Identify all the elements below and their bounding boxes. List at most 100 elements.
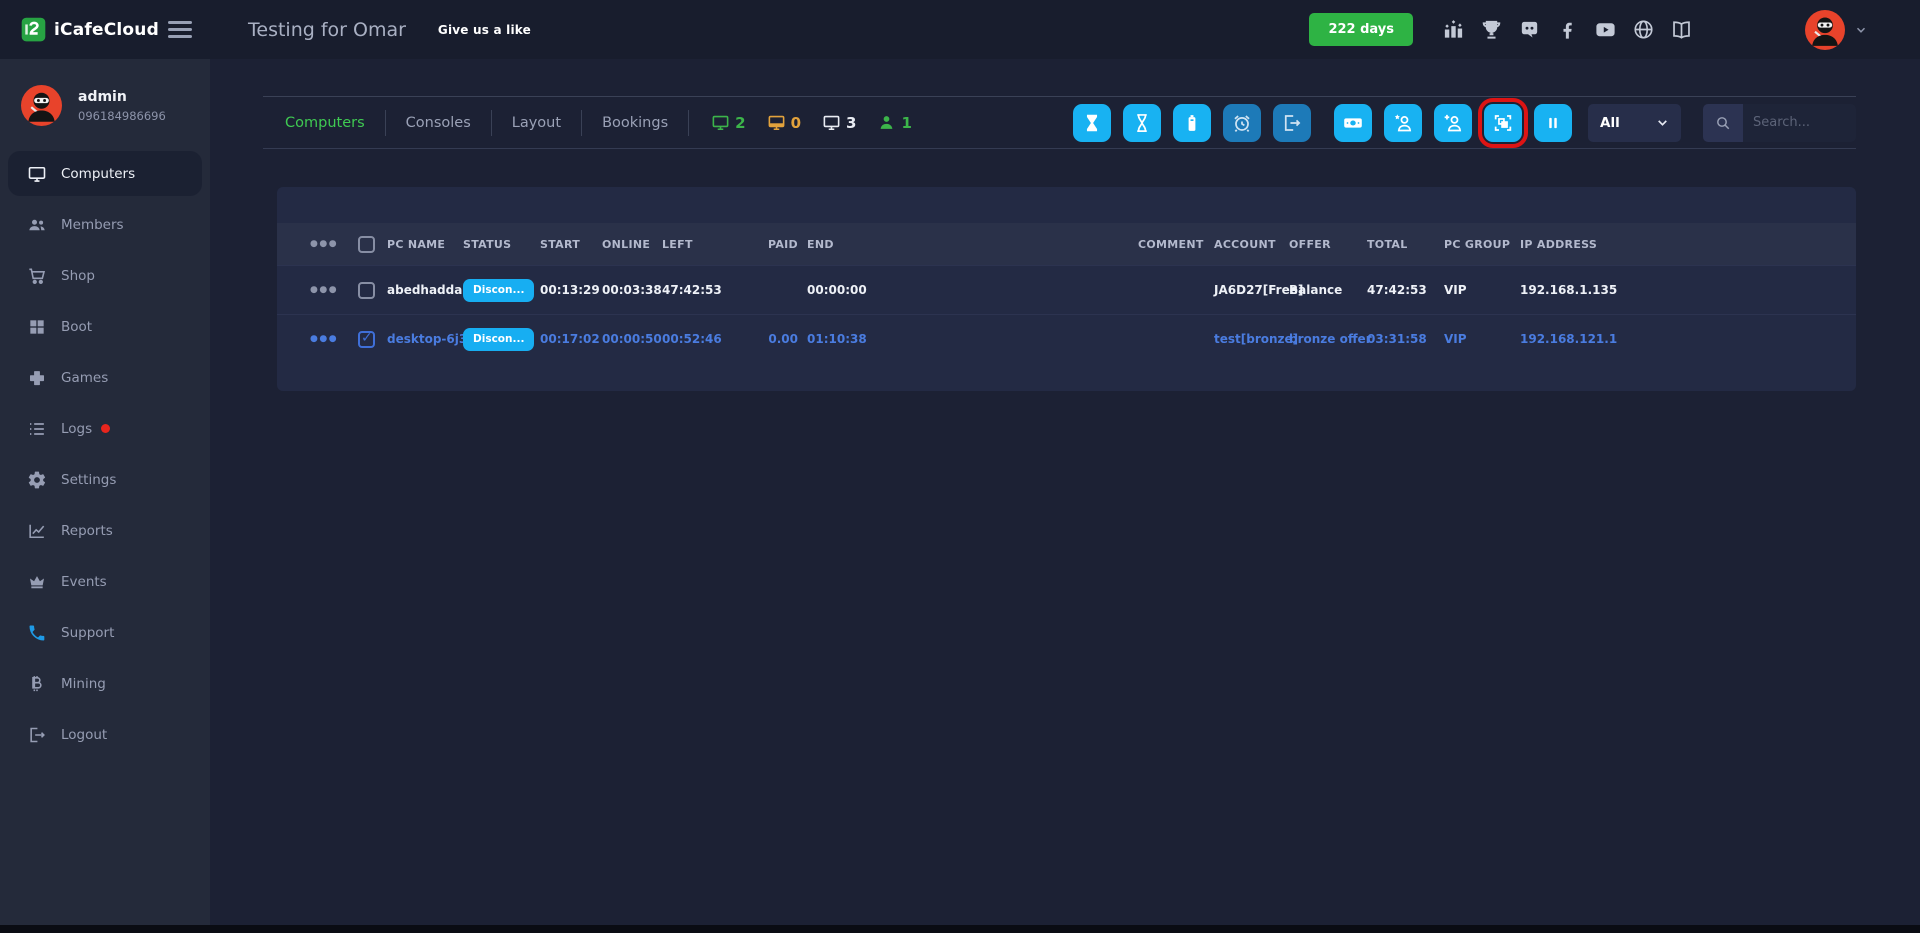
sidebar-item-label: Boot	[61, 319, 92, 335]
row-menu-icon[interactable]: ●●●	[310, 334, 358, 344]
cell-account: test[bronze]	[1214, 332, 1289, 346]
trophy-icon[interactable]	[1480, 18, 1503, 41]
cell-online: 00:00:50	[602, 332, 662, 346]
status-badge[interactable]: Discon...	[463, 279, 534, 302]
table-header: ●●● PC NAME STATUS START ONLINE LEFT PAI…	[277, 223, 1856, 265]
cell-ip-address: 192.168.121.1	[1520, 332, 1856, 346]
tab-layout[interactable]: Layout	[492, 115, 581, 131]
sidebar-item-mining[interactable]: Mining	[0, 658, 210, 709]
computers-table-card: ●●● PC NAME STATUS START ONLINE LEFT PAI…	[277, 187, 1856, 391]
search-icon[interactable]	[1703, 104, 1743, 142]
session-actions	[1073, 104, 1311, 142]
cell-ip-address: 192.168.1.135	[1520, 283, 1856, 297]
counter-computers-on[interactable]: 2	[711, 113, 745, 132]
select-all-checkbox[interactable]	[358, 236, 375, 253]
sidebar-item-games[interactable]: Games	[0, 352, 210, 403]
menu-toggle-icon[interactable]	[168, 17, 192, 43]
sidebar-item-logs[interactable]: Logs	[0, 403, 210, 454]
payment-button[interactable]	[1334, 104, 1372, 142]
sidebar-item-support[interactable]: Support	[0, 607, 210, 658]
column-header-total[interactable]: TOTAL	[1367, 238, 1444, 251]
discord-icon[interactable]	[1518, 18, 1541, 41]
column-header-comment[interactable]: COMMENT	[1138, 238, 1214, 251]
cell-pc-name[interactable]: abedhaddara	[387, 283, 463, 297]
sidebar-item-settings[interactable]: Settings	[0, 454, 210, 505]
sidebar-item-label: Settings	[61, 472, 116, 488]
cell-pc-group: VIP	[1444, 283, 1520, 297]
facebook-icon[interactable]	[1556, 18, 1579, 41]
documentation-icon[interactable]	[1670, 18, 1693, 41]
pause-button[interactable]	[1534, 104, 1572, 142]
sidebar-user-block[interactable]: admin 096184986696	[0, 59, 210, 126]
status-counters: 2 0 3 1	[711, 113, 912, 132]
column-header-left[interactable]: LEFT	[662, 238, 762, 251]
start-open-session-button[interactable]	[1123, 104, 1161, 142]
counter-computers-off[interactable]: 3	[822, 113, 856, 132]
screen-watch-button[interactable]	[1484, 104, 1522, 142]
topbar-icon-row	[1442, 18, 1693, 41]
start-timed-session-button[interactable]	[1073, 104, 1111, 142]
end-session-button[interactable]	[1273, 104, 1311, 142]
column-header-paid[interactable]: PAID	[762, 238, 798, 251]
pause-icon	[1542, 112, 1564, 134]
row-menu-icon: ●●●	[310, 239, 358, 249]
alarm-clock-icon	[1231, 112, 1253, 134]
column-header-account[interactable]: ACCOUNT	[1214, 238, 1289, 251]
youtube-icon[interactable]	[1594, 18, 1617, 41]
counter-computers-booked[interactable]: 0	[767, 113, 801, 132]
column-header-pc-name[interactable]: PC NAME	[387, 238, 463, 251]
sidebar-item-label: Mining	[61, 676, 106, 692]
group-filter-select[interactable]: All	[1588, 104, 1681, 142]
column-header-end[interactable]: END	[798, 238, 1138, 251]
cell-end: 00:00:00	[798, 283, 1138, 297]
charge-battery-button[interactable]	[1173, 104, 1211, 142]
column-header-ip-address[interactable]: IP ADDRESS	[1520, 238, 1856, 251]
sidebar-item-boot[interactable]: Boot	[0, 301, 210, 352]
user-avatar[interactable]	[1805, 10, 1845, 50]
sidebar-item-label: Games	[61, 370, 108, 386]
globe-icon[interactable]	[1632, 18, 1655, 41]
sidebar-item-logout[interactable]: Logout	[0, 709, 210, 760]
sidebar-item-reports[interactable]: Reports	[0, 505, 210, 556]
row-checkbox[interactable]	[358, 282, 375, 299]
search-input[interactable]	[1743, 104, 1856, 142]
column-header-status[interactable]: STATUS	[463, 238, 540, 251]
cell-paid: 0.00	[762, 332, 798, 346]
row-menu-icon[interactable]: ●●●	[310, 285, 358, 295]
screen-watch-icon	[1492, 112, 1514, 134]
column-header-start[interactable]: START	[540, 238, 602, 251]
give-us-a-like-link[interactable]: Give us a like	[438, 23, 531, 37]
sidebar-item-label: Computers	[61, 166, 135, 182]
tab-consoles[interactable]: Consoles	[386, 115, 491, 131]
add-guest-member-button[interactable]	[1384, 104, 1422, 142]
counter-members-online[interactable]: 1	[877, 113, 911, 132]
sidebar-item-label: Logs	[61, 421, 92, 437]
column-header-online[interactable]: ONLINE	[602, 238, 662, 251]
table-row[interactable]: ●●● desktop-6j3rg... Discon... 00:17:02 …	[277, 314, 1856, 363]
cell-left: 47:42:53	[662, 283, 762, 297]
row-checkbox[interactable]	[358, 331, 375, 348]
money-icon	[1342, 112, 1364, 134]
days-remaining-button[interactable]: 222 days	[1309, 13, 1413, 46]
monitor-icon	[711, 113, 730, 132]
cell-pc-name[interactable]: desktop-6j3rg...	[387, 332, 463, 346]
column-header-offer[interactable]: OFFER	[1289, 238, 1367, 251]
sidebar-item-label: Members	[61, 217, 124, 233]
alarm-button[interactable]	[1223, 104, 1261, 142]
ranking-icon[interactable]	[1442, 18, 1465, 41]
column-header-pc-group[interactable]: PC GROUP	[1444, 238, 1520, 251]
sidebar-item-shop[interactable]: Shop	[0, 250, 210, 301]
add-member-button[interactable]	[1434, 104, 1472, 142]
table-row[interactable]: ●●● abedhaddara Discon... 00:13:29 00:03…	[277, 265, 1856, 314]
tab-bookings[interactable]: Bookings	[582, 115, 688, 131]
sidebar-item-events[interactable]: Events	[0, 556, 210, 607]
sidebar-nav: Computers Members Shop Boot Games Logs S…	[0, 148, 210, 760]
status-badge[interactable]: Discon...	[463, 328, 534, 351]
tab-computers[interactable]: Computers	[263, 115, 385, 131]
ninja-avatar-image	[21, 85, 62, 126]
gear-icon	[27, 470, 47, 490]
sidebar-item-members[interactable]: Members	[0, 199, 210, 250]
account-chevron-down-icon[interactable]	[1854, 23, 1868, 37]
sidebar-item-computers[interactable]: Computers	[0, 148, 210, 199]
user-name: admin	[78, 89, 166, 105]
